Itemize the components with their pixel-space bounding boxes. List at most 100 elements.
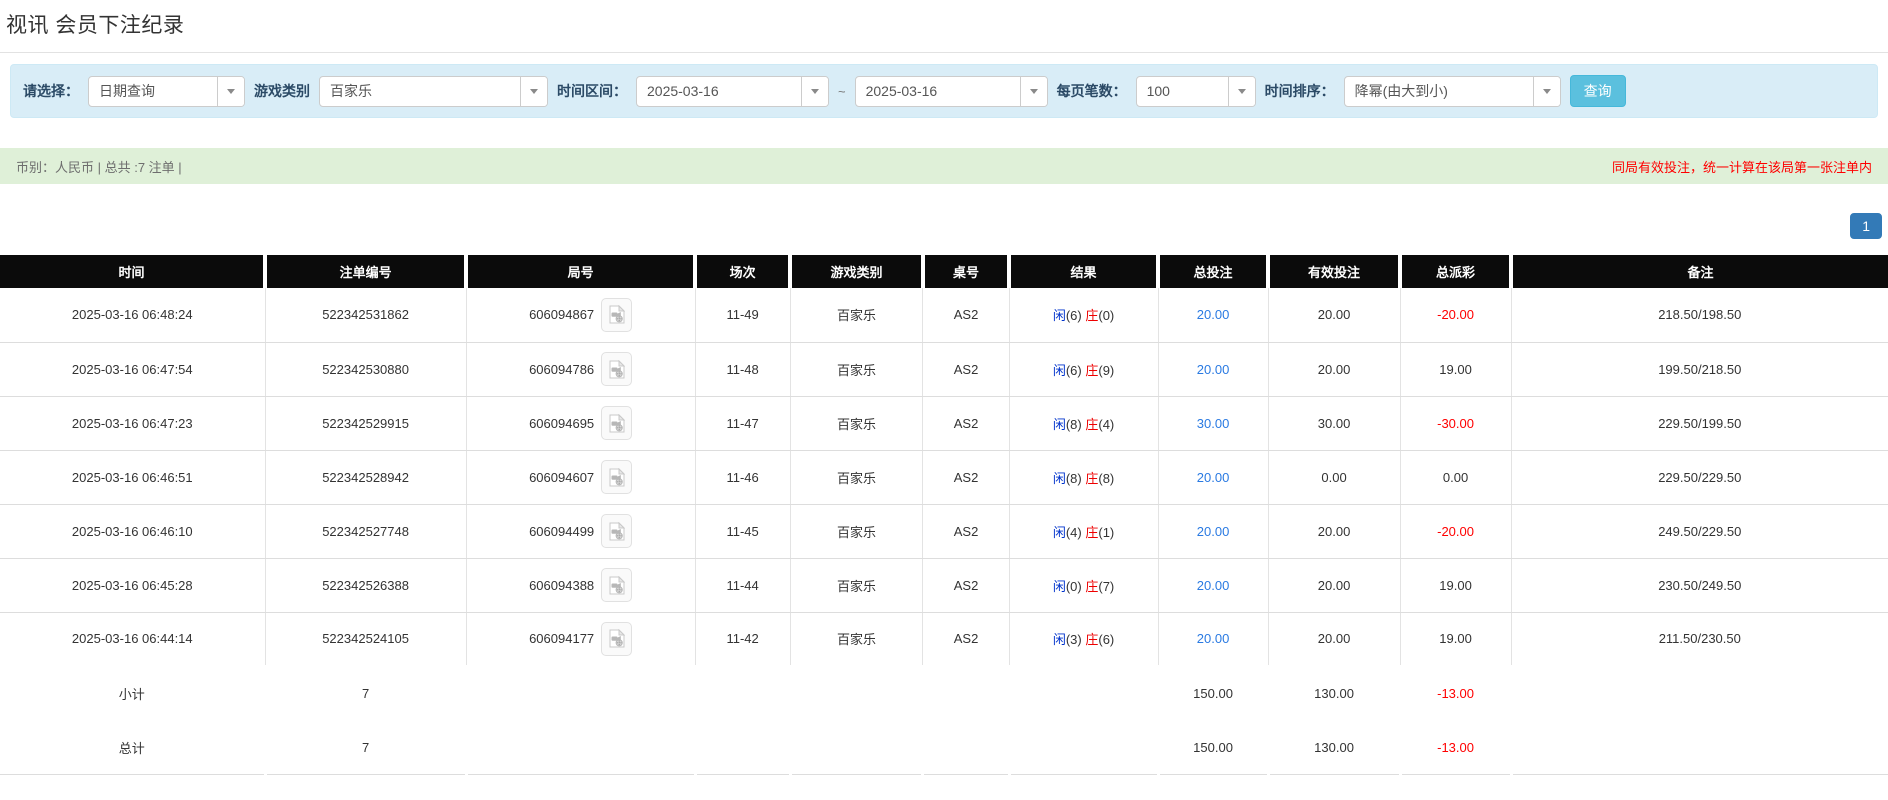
date-from-select[interactable]: 2025-03-16 [636,76,829,107]
subtotal-count: 7 [265,666,466,720]
round-id: 606094177 [529,631,594,646]
subtotal-total-bet: 150.00 [1158,666,1268,720]
date-to-select[interactable]: 2025-03-16 [855,76,1048,107]
result-player: 闲 [1053,417,1066,432]
total-total-bet: 150.00 [1158,720,1268,774]
subtotal-valid-bet: 130.00 [1268,666,1400,720]
game-type-value: 百家乐 [320,77,520,106]
total-bet-cell: 30.00 [1158,396,1268,450]
chevron-down-icon [227,89,235,94]
total-bet-cell: 20.00 [1158,504,1268,558]
time-cell: 2025-03-16 06:45:28 [0,558,265,612]
video-replay-button[interactable] [601,352,632,386]
video-file-icon [609,360,625,379]
video-file-icon [609,576,625,595]
round-id: 606094786 [529,362,594,377]
round-cell: 606094388 [466,558,695,612]
date-to-value: 2025-03-16 [856,77,1020,106]
result-player: 闲 [1053,632,1066,647]
total-bet-link[interactable]: 20.00 [1197,578,1230,593]
total-empty-cell [923,720,1009,774]
table-no-cell: AS2 [923,504,1009,558]
game-type-select[interactable]: 百家乐 [319,76,548,107]
result-banker-score: (7) [1098,579,1114,594]
video-replay-button[interactable] [601,460,632,494]
total-bet-link[interactable]: 20.00 [1197,631,1230,646]
session-cell: 11-48 [695,342,790,396]
video-replay-button[interactable] [601,298,632,332]
remark-cell: 249.50/229.50 [1511,504,1888,558]
payout-cell: 19.00 [1400,342,1511,396]
video-replay-button[interactable] [601,406,632,440]
game-type-label: 游戏类别 [254,81,310,101]
result-banker-score: (4) [1098,417,1114,432]
header-session: 场次 [695,255,790,288]
result-player: 闲 [1053,308,1066,323]
table-summary: 小计 7 150.00 130.00 -13.00 总计 7 150.00 13… [0,666,1888,774]
subtotal-label: 小计 [0,666,265,720]
query-type-select[interactable]: 日期查询 [88,76,245,107]
sort-order-dropdown-button[interactable] [1533,77,1560,106]
result-player-score: (3) [1066,632,1082,647]
page-1-button[interactable]: 1 [1850,213,1882,239]
remark-cell: 230.50/249.50 [1511,558,1888,612]
chevron-down-icon [1030,89,1038,94]
game-type-dropdown-button[interactable] [520,77,547,106]
total-bet-link[interactable]: 30.00 [1197,416,1230,431]
chevron-down-icon [811,89,819,94]
session-cell: 11-45 [695,504,790,558]
filter-bar: 请选择： 日期查询 游戏类别 百家乐 时间区间： 2025-03-16 ~ 20… [10,64,1878,118]
total-bet-link[interactable]: 20.00 [1197,470,1230,485]
table-row: 2025-03-16 06:45:28522342526388606094388… [0,558,1888,612]
valid-bet-cell: 20.00 [1268,342,1400,396]
video-replay-button[interactable] [601,568,632,602]
total-bet-link[interactable]: 20.00 [1197,362,1230,377]
date-to-dropdown-button[interactable] [1020,77,1047,106]
result-banker: 庄 [1085,579,1098,594]
pagination-top: 1 [0,213,1888,239]
currency-summary-strip: 币别：人民币 | 总共 :7 注单 | 同局有效投注，统一计算在该局第一张注单内 [0,148,1888,184]
query-type-dropdown-button[interactable] [217,77,244,106]
total-bet-link[interactable]: 20.00 [1197,307,1230,322]
round-id: 606094388 [529,578,594,593]
page-size-dropdown-button[interactable] [1228,77,1255,106]
round-id: 606094867 [529,307,594,322]
result-player-score: (6) [1066,308,1082,323]
chevron-down-icon [1238,89,1246,94]
valid-bet-cell: 20.00 [1268,558,1400,612]
game-type-cell: 百家乐 [790,342,923,396]
result-banker: 庄 [1085,632,1098,647]
date-from-dropdown-button[interactable] [801,77,828,106]
total-bet-link[interactable]: 20.00 [1197,524,1230,539]
subtotal-empty-cell [1009,666,1158,720]
payout-cell: -20.00 [1400,288,1511,342]
remark-cell: 229.50/199.50 [1511,396,1888,450]
subtotal-empty-cell [695,666,790,720]
time-cell: 2025-03-16 06:48:24 [0,288,265,342]
game-type-cell: 百家乐 [790,504,923,558]
game-type-cell: 百家乐 [790,396,923,450]
result-banker: 庄 [1085,525,1098,540]
video-file-icon [609,305,625,324]
search-button[interactable]: 查询 [1570,75,1626,107]
valid-bet-notice-text: 同局有效投注，统一计算在该局第一张注单内 [1612,157,1872,176]
round-cell: 606094786 [466,342,695,396]
date-range-separator: ~ [838,84,846,99]
result-player: 闲 [1053,579,1066,594]
payout-cell: 19.00 [1400,612,1511,666]
query-type-value: 日期查询 [89,77,217,106]
page-size-select[interactable]: 100 [1136,76,1256,107]
sort-order-select[interactable]: 降幂(由大到小) [1344,76,1561,107]
video-replay-button[interactable] [601,514,632,548]
result-player-score: (8) [1066,471,1082,486]
total-label: 总计 [0,720,265,774]
remark-cell: 211.50/230.50 [1511,612,1888,666]
subtotal-empty-cell [923,666,1009,720]
total-bet-cell: 20.00 [1158,450,1268,504]
session-cell: 11-49 [695,288,790,342]
result-banker-score: (0) [1098,308,1114,323]
result-cell: 闲(6) 庄(9) [1009,342,1158,396]
video-replay-button[interactable] [601,622,632,656]
valid-bet-cell: 20.00 [1268,288,1400,342]
total-empty-cell [695,720,790,774]
